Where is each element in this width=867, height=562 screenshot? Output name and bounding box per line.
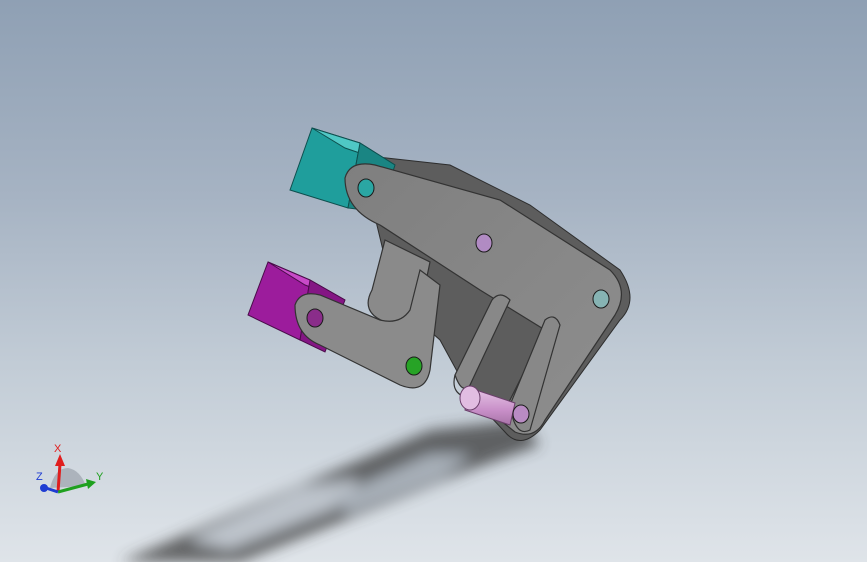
hole-upper-jaw	[357, 178, 375, 198]
hole-pin-end	[512, 404, 530, 424]
x-axis-label: X	[54, 443, 62, 455]
hole-center	[475, 233, 493, 253]
hole-lower-jaw	[306, 308, 324, 328]
orientation-triad[interactable]: X Y Z	[30, 440, 110, 510]
hole-green	[405, 356, 423, 376]
graphics-viewport[interactable]: X Y Z	[0, 0, 867, 562]
gripper-model[interactable]	[0, 0, 867, 562]
x-axis-arrow	[56, 463, 62, 493]
z-axis-label: Z	[36, 471, 43, 483]
hole-right	[592, 289, 610, 309]
model-shadow	[120, 420, 540, 562]
y-axis-label: Y	[96, 471, 104, 483]
